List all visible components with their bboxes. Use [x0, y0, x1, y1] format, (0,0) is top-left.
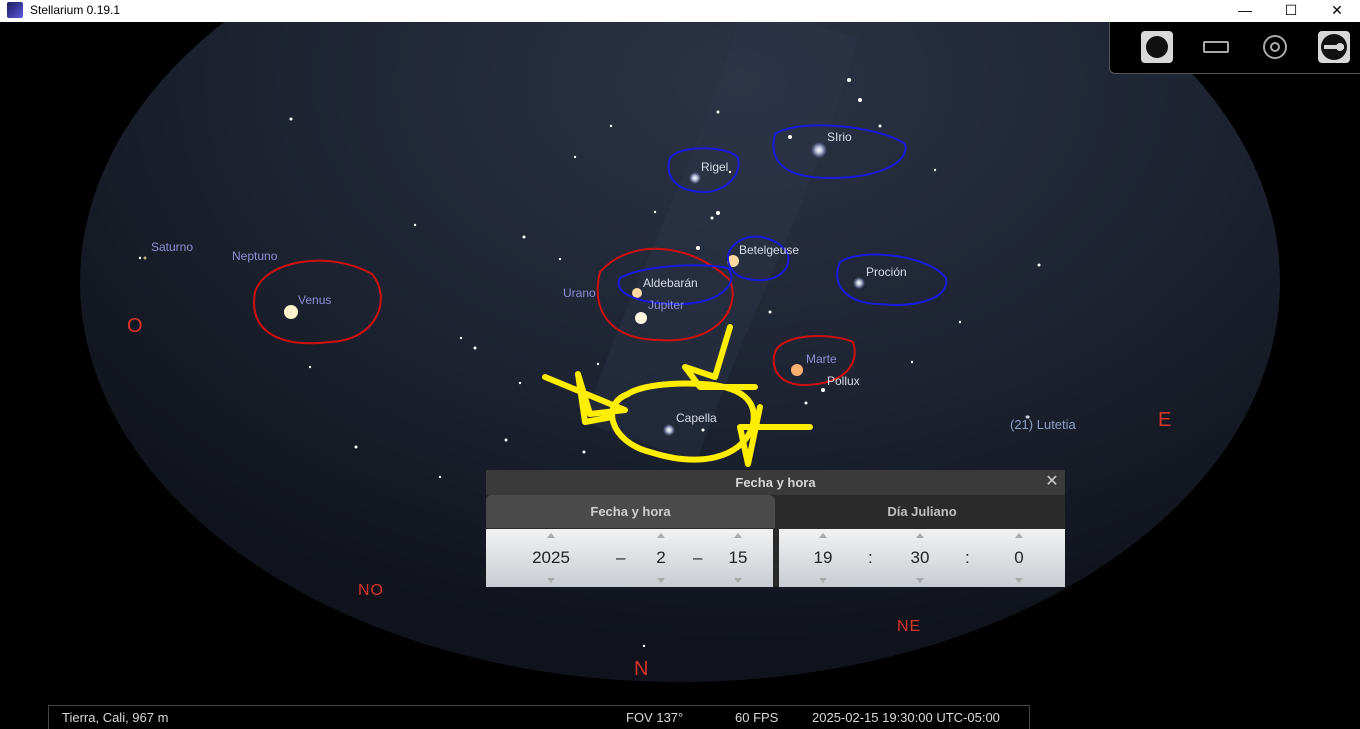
cardinal-northwest: NO [358, 582, 384, 599]
minute-value[interactable]: 30 [900, 548, 940, 568]
second-up-arrow-icon[interactable] [1015, 533, 1023, 538]
time-separator: : [965, 548, 970, 567]
stellarium-app-icon [7, 2, 23, 18]
label-procion[interactable]: Proción [866, 265, 907, 279]
date-separator: – [616, 548, 626, 567]
year-spinbox[interactable]: 2025 [521, 529, 581, 587]
planet-saturno[interactable] [143, 256, 147, 260]
sky-icon[interactable] [1141, 31, 1173, 63]
label-venus[interactable]: Venus [298, 293, 331, 307]
hour-value[interactable]: 19 [803, 548, 843, 568]
label-aldebaran[interactable]: Aldebarán [643, 276, 698, 290]
label-neptuno[interactable]: Neptuno [232, 249, 277, 263]
label-urano[interactable]: Urano [563, 286, 596, 300]
star-rigel[interactable] [689, 172, 701, 184]
star-sirio[interactable] [811, 142, 827, 158]
minute-spinbox[interactable]: 30 [900, 529, 940, 587]
cardinal-north: N [634, 658, 649, 680]
star-aldebaran[interactable] [632, 288, 642, 298]
status-fps: 60 FPS [735, 710, 779, 725]
datetime-dialog: Fecha y hora ✕ Fecha y hora Día Juliano … [486, 470, 1065, 587]
status-fov: FOV 137° [626, 710, 684, 725]
minute-down-arrow-icon[interactable] [916, 578, 924, 583]
time-separator: : [868, 548, 873, 567]
date-separator: – [693, 548, 703, 567]
dialog-title[interactable]: Fecha y hora [486, 470, 1065, 495]
sky-view[interactable]: SIrio Rigel Betelgeuse Proción Aldebarán… [0, 22, 1360, 705]
label-sirio[interactable]: SIrio [827, 130, 852, 144]
month-spinbox[interactable]: 2 [641, 529, 681, 587]
date-spinners: 2025 – 2 – 15 [486, 529, 773, 587]
cardinal-east: E [1158, 409, 1172, 431]
second-down-arrow-icon[interactable] [1015, 578, 1023, 583]
dialog-close-icon[interactable]: ✕ [1043, 473, 1061, 491]
year-down-arrow-icon[interactable] [547, 578, 555, 583]
tab-dia-juliano[interactable]: Día Juliano [779, 495, 1065, 528]
status-datetime[interactable]: 2025-02-15 19:30:00 UTC-05:00 [812, 710, 1000, 725]
label-lutetia[interactable]: (21) Lutetia [1010, 417, 1076, 432]
status-bar: Tierra, Cali, 967 m FOV 137° 60 FPS 2025… [0, 705, 1360, 729]
window-title: Stellarium 0.19.1 [30, 3, 121, 17]
hour-spinbox[interactable]: 19 [803, 529, 843, 587]
year-value[interactable]: 2025 [521, 548, 581, 568]
view-toolbar [1109, 22, 1360, 74]
minimize-button[interactable]: — [1222, 0, 1268, 22]
planet-jupiter[interactable] [635, 312, 647, 324]
day-spinbox[interactable]: 15 [718, 529, 758, 587]
cardinal-icon[interactable] [1318, 31, 1350, 63]
day-up-arrow-icon[interactable] [734, 533, 742, 538]
time-spinners: 19 : 30 : 0 [779, 529, 1065, 587]
second-value[interactable]: 0 [999, 548, 1039, 568]
label-pollux[interactable]: Pollux [827, 374, 860, 388]
title-bar: Stellarium 0.19.1 — ☐ ✕ [0, 0, 1360, 22]
month-value[interactable]: 2 [641, 548, 681, 568]
cardinal-northeast: NE [897, 618, 922, 635]
day-down-arrow-icon[interactable] [734, 578, 742, 583]
planet-marte[interactable] [791, 364, 803, 376]
atmosphere-icon[interactable] [1259, 31, 1291, 63]
month-down-arrow-icon[interactable] [657, 578, 665, 583]
close-button[interactable]: ✕ [1314, 0, 1360, 22]
status-location[interactable]: Tierra, Cali, 967 m [62, 710, 168, 725]
label-rigel[interactable]: Rigel [701, 160, 728, 174]
star-procion[interactable] [853, 277, 865, 289]
sky-canvas [80, 22, 1280, 682]
star-capella[interactable] [663, 424, 675, 436]
day-value[interactable]: 15 [718, 548, 758, 568]
label-jupiter[interactable]: Júpiter [648, 298, 684, 312]
hour-down-arrow-icon[interactable] [819, 578, 827, 583]
month-up-arrow-icon[interactable] [657, 533, 665, 538]
planet-venus[interactable] [284, 305, 298, 319]
year-up-arrow-icon[interactable] [547, 533, 555, 538]
label-capella[interactable]: Capella [676, 411, 717, 425]
cardinal-west: O [127, 315, 143, 337]
hour-up-arrow-icon[interactable] [819, 533, 827, 538]
label-saturno[interactable]: Saturno [151, 240, 193, 254]
tab-fecha-y-hora[interactable]: Fecha y hora [486, 495, 775, 528]
label-marte[interactable]: Marte [806, 352, 837, 366]
minute-up-arrow-icon[interactable] [916, 533, 924, 538]
second-spinbox[interactable]: 0 [999, 529, 1039, 587]
maximize-button[interactable]: ☐ [1268, 0, 1314, 22]
label-betelgeuse[interactable]: Betelgeuse [739, 243, 799, 257]
landscape-icon[interactable] [1200, 31, 1232, 63]
